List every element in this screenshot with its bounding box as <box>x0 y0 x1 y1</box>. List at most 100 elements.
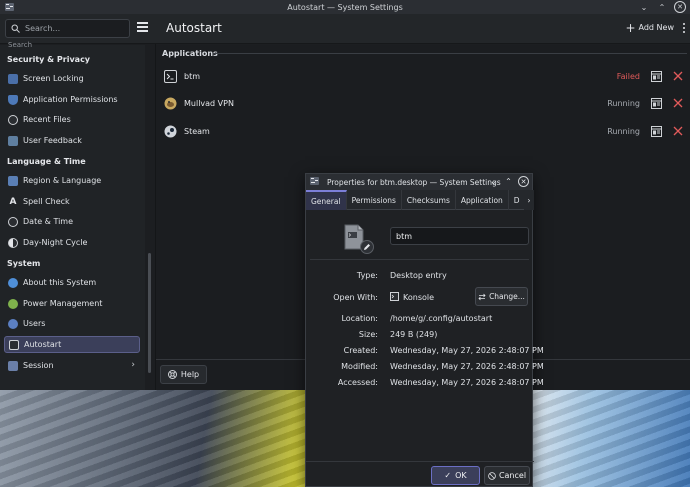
help-label: Help <box>180 370 200 379</box>
status-badge: Running <box>607 127 640 136</box>
size-value: 249 B (249) <box>390 330 438 339</box>
sidebar-item-session[interactable]: Session › <box>4 357 140 374</box>
sidebar-item-about-this-system[interactable]: About this System <box>4 274 140 291</box>
remove-icon[interactable] <box>672 125 684 137</box>
help-button[interactable]: Help <box>160 365 207 384</box>
window-titlebar[interactable]: Autostart — System Settings ⌄ ⌃ ✕ <box>0 0 690 14</box>
sidebar-item-user-feedback[interactable]: User Feedback <box>4 132 140 149</box>
app-name: btm <box>184 72 201 81</box>
sidebar-item-label: Session <box>23 361 54 370</box>
remove-icon[interactable] <box>672 70 684 82</box>
tab-general[interactable]: General <box>306 190 347 210</box>
properties-icon[interactable] <box>651 126 662 137</box>
cancel-button[interactable]: Cancel <box>484 466 530 485</box>
chevron-right-icon: › <box>131 360 135 370</box>
sidebar-item-application-permissions[interactable]: Application Permissions <box>4 91 140 108</box>
sidebar-item-label: Recent Files <box>23 115 71 124</box>
sidebar-item-date-time[interactable]: Date & Time <box>4 213 140 230</box>
autostart-row-btm[interactable]: btm Failed <box>162 66 688 88</box>
change-label: Change... <box>489 292 525 301</box>
ok-button[interactable]: ✓ OK <box>431 466 480 485</box>
maximize-icon[interactable]: ⌃ <box>656 1 668 13</box>
settings-app-icon <box>5 3 14 11</box>
cancel-label: Cancel <box>498 471 527 480</box>
sidebar-scrollbar[interactable] <box>148 253 151 373</box>
status-badge: Running <box>607 99 640 108</box>
info-icon <box>8 277 18 288</box>
close-icon[interactable]: ✕ <box>518 176 529 187</box>
sidebar-item-spell-check[interactable]: A Spell Check <box>4 193 140 210</box>
sidebar-item-label: Date & Time <box>23 217 74 226</box>
tab-checksums[interactable]: Checksums <box>402 190 456 210</box>
sidebar-item-region-language[interactable]: Region & Language <box>4 172 140 189</box>
sidebar-item-day-night-cycle[interactable]: Day-Night Cycle <box>4 234 140 251</box>
properties-dialog: Properties for btm.desktop — System Sett… <box>305 173 544 487</box>
add-new-label: Add New <box>638 23 674 32</box>
sidebar-item-label: Power Management <box>23 299 103 308</box>
sidebar-item-recent-files[interactable]: Recent Files <box>4 111 140 128</box>
open-with-label: Open With: <box>333 293 378 302</box>
properties-icon[interactable] <box>651 71 662 82</box>
accessed-value: Wednesday, May 27, 2026 2:48:07 PM <box>390 378 544 387</box>
minimize-icon[interactable]: ⌄ <box>638 1 650 13</box>
tab-application[interactable]: Application <box>456 190 509 210</box>
file-name-field[interactable] <box>390 227 529 245</box>
day-night-icon <box>8 237 18 248</box>
type-value: Desktop entry <box>390 271 447 280</box>
terminal-icon <box>164 70 177 83</box>
properties-icon[interactable] <box>651 98 662 109</box>
hamburger-menu-icon[interactable] <box>137 22 148 33</box>
accessed-label: Accessed: <box>337 378 378 387</box>
mullvad-icon <box>164 97 177 110</box>
dialog-tabs: General Permissions Checksums Applicatio… <box>306 190 534 210</box>
remove-icon[interactable] <box>672 97 684 109</box>
modified-value: Wednesday, May 27, 2026 2:48:07 PM <box>390 362 544 371</box>
add-new-button[interactable]: + Add New <box>625 20 674 35</box>
search-input[interactable] <box>25 24 125 33</box>
autostart-row-mullvad-vpn[interactable]: Mullvad VPN Running <box>162 93 688 115</box>
sidebar-item-label: Application Permissions <box>23 95 118 104</box>
open-with-value: Konsole <box>403 293 435 302</box>
section-divider <box>213 53 687 54</box>
sidebar-item-users[interactable]: Users <box>4 315 140 332</box>
change-button[interactable]: Change... <box>475 287 528 306</box>
sidebar-item-power-management[interactable]: Power Management <box>4 295 140 312</box>
ok-label: OK <box>455 471 467 480</box>
app-name: Steam <box>184 127 210 136</box>
screen-lock-icon <box>8 73 18 84</box>
more-options-icon[interactable] <box>683 23 686 35</box>
sidebar-item-label: About this System <box>23 278 97 287</box>
autostart-row-steam[interactable]: Steam Running <box>162 121 688 143</box>
app-name: Mullvad VPN <box>184 99 234 108</box>
dialog-titlebar[interactable]: Properties for btm.desktop — System Sett… <box>306 174 532 190</box>
maximize-icon[interactable]: ⌃ <box>503 176 514 187</box>
close-icon[interactable]: ✕ <box>674 1 686 13</box>
clock-icon <box>8 216 18 227</box>
cancel-icon <box>488 471 496 480</box>
autostart-icon <box>9 339 19 350</box>
minimize-icon[interactable]: ⌄ <box>488 176 499 187</box>
power-icon <box>8 298 18 309</box>
tab-permissions[interactable]: Permissions <box>347 190 402 210</box>
settings-app-icon <box>310 177 319 185</box>
sidebar-heading-security: Security & Privacy <box>7 55 91 64</box>
modified-label: Modified: <box>341 362 378 371</box>
search-field[interactable] <box>5 19 130 38</box>
konsole-icon <box>390 292 399 301</box>
change-icon-button[interactable] <box>360 240 374 254</box>
sidebar-item-autostart[interactable]: Autostart <box>4 336 140 353</box>
checkmark-icon: ✓ <box>444 471 452 480</box>
dialog-title: Properties for btm.desktop — System Sett… <box>327 178 501 187</box>
dialog-separator <box>310 259 529 260</box>
status-badge: Failed <box>616 72 640 81</box>
window-title: Autostart — System Settings <box>287 2 403 12</box>
dialog-footer-divider <box>306 461 534 462</box>
sidebar-heading-language: Language & Time <box>7 157 86 166</box>
sidebar-item-label: User Feedback <box>23 136 82 145</box>
search-icon <box>11 24 20 33</box>
chevron-right-icon[interactable]: › <box>524 190 534 210</box>
recent-files-icon <box>8 114 18 125</box>
sidebar-item-screen-locking[interactable]: Screen Locking <box>4 70 140 87</box>
plus-icon: + <box>625 20 636 35</box>
applications-section-label: Applications <box>162 49 218 58</box>
